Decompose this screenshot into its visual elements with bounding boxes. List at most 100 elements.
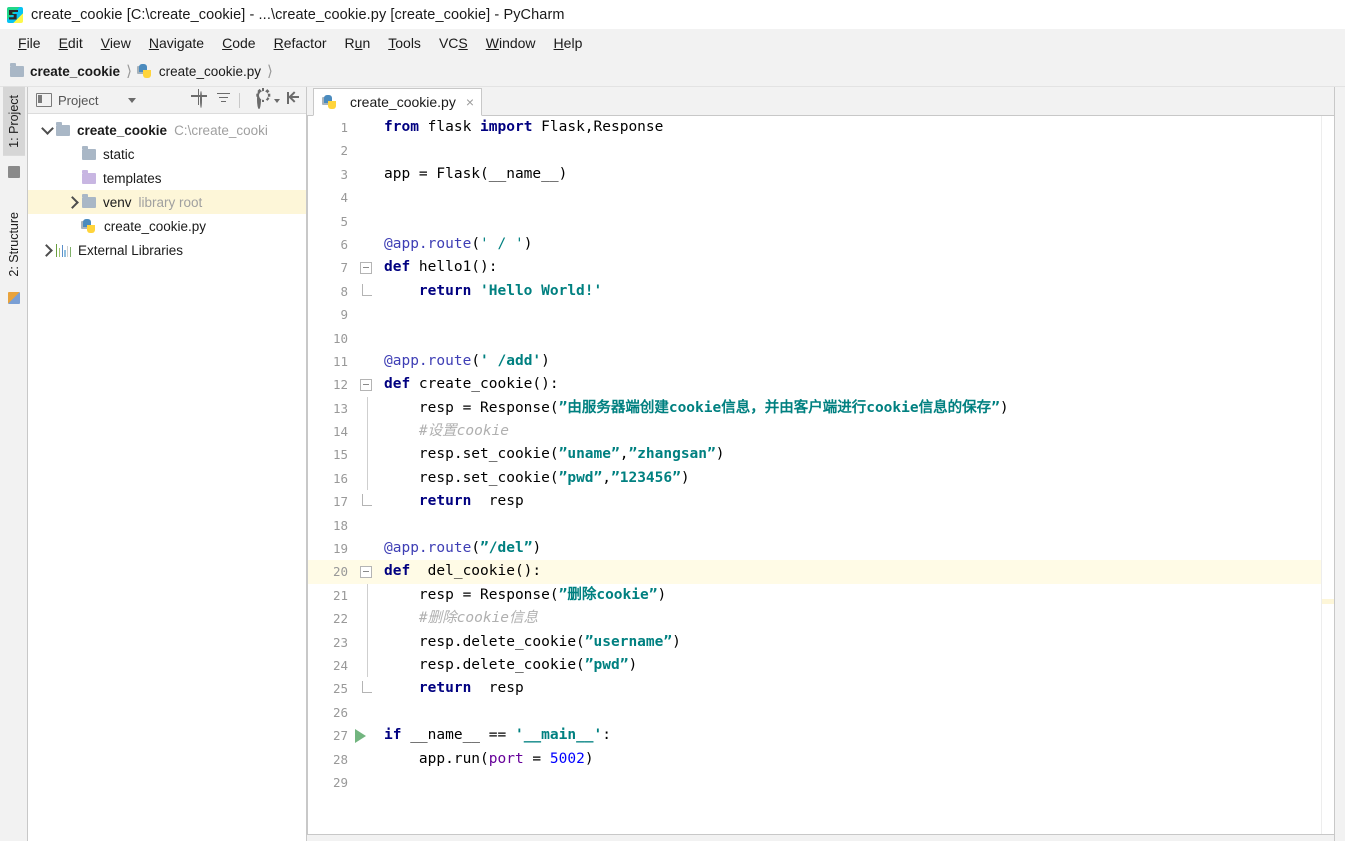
- breadcrumb-item-file[interactable]: create_cookie.py: [136, 63, 261, 79]
- fold-end-icon[interactable]: [362, 494, 372, 507]
- code-line[interactable]: 26: [308, 701, 1321, 724]
- gutter-marker[interactable]: [348, 163, 376, 186]
- code-line[interactable]: 19 @app.route(”/del”): [308, 537, 1321, 560]
- menu-item-run[interactable]: Run: [336, 33, 380, 53]
- project-panel-title[interactable]: Project: [28, 93, 98, 108]
- code-line[interactable]: 9: [308, 303, 1321, 326]
- chevron-down-icon[interactable]: [128, 97, 137, 103]
- close-icon[interactable]: ×: [466, 94, 474, 110]
- gutter-marker[interactable]: [348, 373, 376, 396]
- fold-end-icon[interactable]: [362, 681, 372, 694]
- menu-item-window[interactable]: Window: [477, 33, 545, 53]
- code-line[interactable]: 15 resp.set_cookie(”uname”,”zhangsan”): [308, 443, 1321, 467]
- menu-item-vcs[interactable]: VCS: [430, 33, 477, 53]
- sidebar-item-structure[interactable]: 2: Structure: [3, 204, 25, 285]
- code-line[interactable]: 6 @app.route(' / '): [308, 233, 1321, 256]
- gear-icon[interactable]: [251, 88, 280, 109]
- gutter-marker[interactable]: [348, 560, 376, 583]
- gutter-marker[interactable]: [348, 443, 376, 467]
- gutter-marker[interactable]: [348, 583, 376, 608]
- gutter-marker[interactable]: [348, 701, 376, 724]
- gutter-marker[interactable]: [348, 186, 376, 209]
- code-line[interactable]: 28 app.run(port = 5002): [308, 748, 1321, 771]
- gutter-marker[interactable]: [348, 396, 376, 421]
- gutter-marker[interactable]: [348, 420, 376, 444]
- code-line[interactable]: 7 def hello1():: [308, 256, 1321, 279]
- gutter-marker[interactable]: [348, 724, 376, 747]
- chevron-down-icon[interactable]: [38, 122, 56, 135]
- breadcrumb-item-project[interactable]: create_cookie: [10, 62, 120, 79]
- menu-item-help[interactable]: Help: [545, 33, 592, 53]
- project-tree[interactable]: create_cookie C:\create_cooki static templa…: [28, 114, 306, 841]
- code-line[interactable]: 27 if __name__ == '__main__':: [308, 724, 1321, 747]
- gutter-marker[interactable]: [348, 233, 376, 256]
- fold-end-icon[interactable]: [362, 283, 372, 296]
- code-line[interactable]: 1 from flask import Flask,Response: [308, 116, 1321, 139]
- collapse-all-icon[interactable]: [217, 92, 234, 109]
- code-line[interactable]: 14 #设置cookie: [308, 420, 1321, 444]
- chevron-right-icon[interactable]: [38, 243, 56, 257]
- code-line[interactable]: 22 #删除cookie信息: [308, 607, 1321, 631]
- code-line[interactable]: 16 resp.set_cookie(”pwd”,”123456”): [308, 466, 1321, 491]
- gutter-marker[interactable]: [348, 514, 376, 537]
- tree-item-venv[interactable]: venv library root: [28, 190, 306, 214]
- tab-create-cookie-py[interactable]: create_cookie.py ×: [313, 88, 483, 116]
- gutter-marker[interactable]: [348, 256, 376, 279]
- gutter-marker[interactable]: [348, 771, 376, 794]
- gutter-marker[interactable]: [348, 466, 376, 491]
- gutter-marker[interactable]: [348, 280, 376, 303]
- gutter-marker[interactable]: [348, 653, 376, 678]
- gutter-marker[interactable]: [348, 116, 376, 139]
- fold-collapse-icon[interactable]: [360, 566, 372, 579]
- gutter-marker[interactable]: [348, 607, 376, 631]
- menu-item-navigate[interactable]: Navigate: [140, 33, 213, 53]
- gutter-marker[interactable]: [348, 537, 376, 560]
- gutter-marker[interactable]: [348, 303, 376, 326]
- menu-item-file[interactable]: File: [9, 33, 50, 53]
- tree-item-create-cookie[interactable]: create_cookie C:\create_cooki: [28, 118, 306, 142]
- tree-item-static[interactable]: static: [28, 142, 306, 166]
- tree-item-external-libraries[interactable]: External Libraries: [28, 238, 306, 262]
- gutter-marker[interactable]: [348, 490, 376, 513]
- menu-item-code[interactable]: Code: [213, 33, 264, 53]
- hide-icon[interactable]: [281, 91, 300, 109]
- code-line[interactable]: 12 def create_cookie():: [308, 373, 1321, 396]
- code-line[interactable]: 13 resp = Response(”由服务器端创建cookie信息，并由客户…: [308, 396, 1321, 421]
- gutter-marker[interactable]: [348, 210, 376, 233]
- fold-collapse-icon[interactable]: [360, 262, 372, 275]
- gutter-marker[interactable]: [348, 327, 376, 350]
- code-line[interactable]: 29: [308, 771, 1321, 794]
- sidebar-item-project[interactable]: 1: Project: [2, 87, 25, 156]
- chevron-right-icon[interactable]: [64, 195, 82, 209]
- code-line[interactable]: 23 resp.delete_cookie(”username”): [308, 630, 1321, 654]
- menu-item-edit[interactable]: Edit: [50, 33, 92, 53]
- menu-item-tools[interactable]: Tools: [379, 33, 430, 53]
- tree-item-templates[interactable]: templates: [28, 166, 306, 190]
- tree-item-create-cookie-py[interactable]: create_cookie.py: [28, 214, 306, 238]
- gutter-marker[interactable]: [348, 677, 376, 700]
- code-line[interactable]: 4: [308, 186, 1321, 209]
- code-line[interactable]: 25 return resp: [308, 677, 1321, 700]
- editor-marker-strip[interactable]: [1321, 116, 1334, 834]
- code-line[interactable]: 21 resp = Response(”删除cookie”): [308, 583, 1321, 608]
- code-line[interactable]: 3 app = Flask(__name__): [308, 163, 1321, 186]
- code-view[interactable]: 1 from flask import Flask,Response 2 3 app =…: [308, 116, 1321, 834]
- menu-item-refactor[interactable]: Refactor: [265, 33, 336, 53]
- code-line[interactable]: 8 return 'Hello World!': [308, 280, 1321, 303]
- fold-collapse-icon[interactable]: [360, 379, 372, 392]
- code-line[interactable]: 10: [308, 327, 1321, 350]
- gutter-marker[interactable]: [348, 748, 376, 771]
- code-line[interactable]: 24 resp.delete_cookie(”pwd”): [308, 653, 1321, 678]
- code-line[interactable]: 5: [308, 210, 1321, 233]
- code-line[interactable]: 17 return resp: [308, 490, 1321, 513]
- gutter-marker[interactable]: [348, 139, 376, 162]
- gutter-marker[interactable]: [348, 630, 376, 654]
- code-line[interactable]: 2: [308, 139, 1321, 162]
- run-icon[interactable]: [355, 729, 366, 744]
- editor-body[interactable]: 1 from flask import Flask,Response 2 3 app =…: [307, 116, 1334, 834]
- locate-icon[interactable]: [194, 90, 211, 109]
- code-line[interactable]: 18: [308, 514, 1321, 537]
- code-line[interactable]: 20 def del_cookie():: [308, 560, 1321, 584]
- menu-item-view[interactable]: View: [92, 33, 140, 53]
- gutter-marker[interactable]: [348, 350, 376, 373]
